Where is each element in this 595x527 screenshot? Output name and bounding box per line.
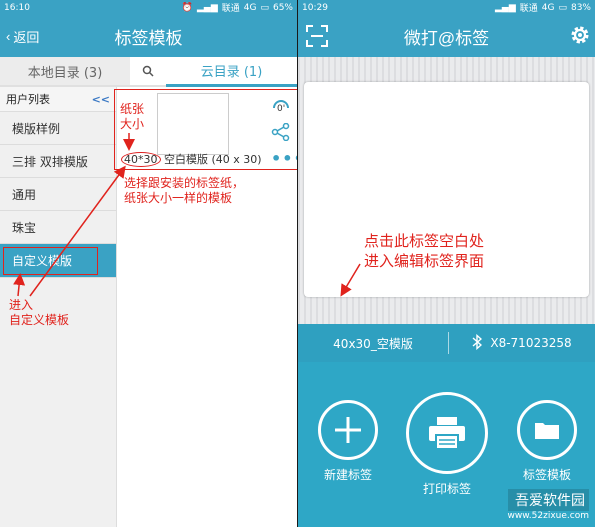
print-label-text: 打印标签 [422,482,471,496]
device-connection[interactable]: X8-71023258 [449,333,595,353]
template-info-bar: 40x30_空模版 X8-71023258 [298,324,595,362]
bluetooth-icon [472,333,483,353]
folder-icon [517,400,577,460]
label-template-text: 标签模板 [522,468,571,482]
watermark: 吾爱软件园 www.52zixue.com [507,489,589,521]
left-phone-screen: 16:10 ⏰ ▂▄▆ 联通 4G ▭ 65% ‹ 返回 标签模板 本地目录 (… [0,0,297,527]
watermark-main: 吾爱软件园 [507,489,589,511]
device-name: X8-71023258 [490,336,572,350]
annotation-arrows [13,133,135,297]
right-phone-screen: 10:29 ▂▄▆ 联通 4G ▭ 83% 微打@标签 点击此标签空白处 进入编… [298,0,595,527]
printer-icon [406,392,488,474]
new-label-text: 新建标签 [323,468,372,482]
action-panel: 新建标签 打印标签 标签模板 吾爱软件园 www.52zixue.com [298,362,595,527]
new-label-button[interactable]: 新建标签 [318,400,378,483]
current-template[interactable]: 40x30_空模版 [298,335,448,352]
watermark-sub: www.52zixue.com [507,511,589,521]
label-template-button[interactable]: 标签模板 [517,400,577,483]
print-label-button[interactable]: 打印标签 [406,392,488,497]
plus-icon [318,400,378,460]
